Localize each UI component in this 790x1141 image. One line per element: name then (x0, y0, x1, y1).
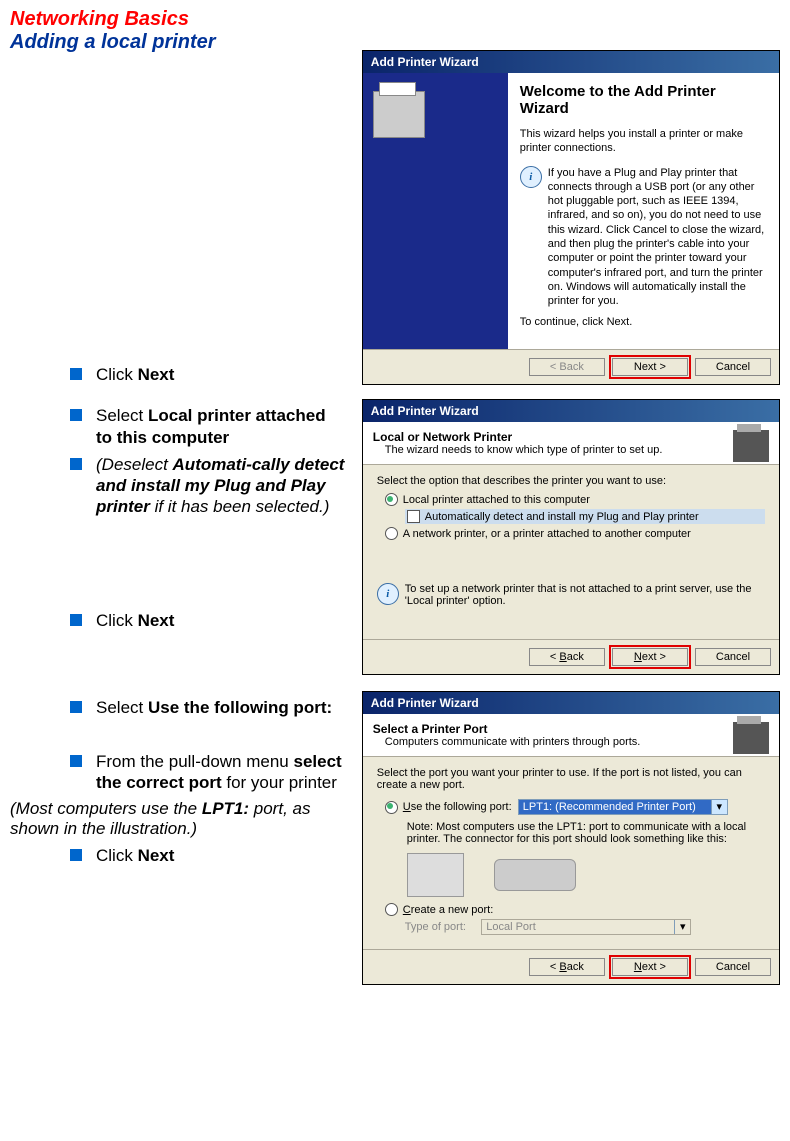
wizard-sidebar-graphic (363, 73, 508, 349)
step-select-local: Select Local printer attached to this co… (70, 405, 362, 448)
port-type-combobox: Local Port▾ (481, 919, 691, 935)
connector-illustration-icon (494, 859, 576, 891)
printer-icon (733, 430, 769, 462)
header-subtitle: Computers communicate with printers thro… (385, 736, 769, 748)
back-button[interactable]: < Back (529, 958, 605, 976)
type-of-port-label: Type of port: (405, 921, 466, 933)
radio-icon (385, 527, 398, 540)
next-button[interactable]: Next > (612, 358, 688, 376)
checkbox-label: Automatically detect and install my Plug… (425, 511, 699, 523)
welcome-title: Welcome to the Add Printer Wizard (520, 83, 767, 117)
radio-label: Local printer attached to this computer (403, 494, 590, 506)
checkbox-autodetect[interactable]: Automatically detect and install my Plug… (405, 509, 765, 524)
button-bar: < Back Next > Cancel (363, 639, 779, 674)
prompt-text: Select the option that describes the pri… (377, 475, 765, 487)
bullet-icon (70, 614, 82, 626)
header-title: Local or Network Printer (373, 430, 769, 444)
button-bar: < Back Next > Cancel (363, 349, 779, 384)
wizard-titlebar: Add Printer Wizard (363, 51, 779, 73)
bullet-icon (70, 701, 82, 713)
radio-label: Use the following port: (403, 801, 512, 813)
bullet-icon (70, 849, 82, 861)
info-text: If you have a Plug and Play printer that… (548, 166, 767, 309)
port-combobox[interactable]: LPT1: (Recommended Printer Port)▾ (518, 799, 728, 815)
prompt-text: Select the port you want your printer to… (377, 767, 765, 791)
note-lpt1: (Most computers use the LPT1: port, as s… (10, 799, 362, 839)
step-click-next-2: Click Next (70, 610, 362, 631)
bullet-icon (70, 368, 82, 380)
cancel-button[interactable]: Cancel (695, 958, 771, 976)
radio-icon (385, 493, 398, 506)
wizard-titlebar: Add Printer Wizard (363, 400, 779, 422)
radio-icon (385, 903, 398, 916)
cancel-button[interactable]: Cancel (695, 648, 771, 666)
step-pulldown-port: From the pull-down menu select the corre… (70, 751, 362, 794)
bullet-icon (70, 409, 82, 421)
radio-create-new-port[interactable]: Create a new port: (385, 903, 765, 916)
printer-icon (733, 722, 769, 754)
info-icon: i (520, 166, 542, 188)
port-note: Note: Most computers use the LPT1: port … (407, 821, 765, 845)
page-heading-1: Networking Basics (10, 8, 780, 31)
header-title: Select a Printer Port (373, 722, 769, 736)
bullet-icon (70, 458, 82, 470)
printer-illustration-icon (407, 853, 464, 897)
step-deselect-autodetect: (Deselect Automati-cally detect and inst… (70, 454, 362, 518)
port-illustration (407, 853, 765, 897)
printer-icon (373, 91, 425, 138)
cancel-button[interactable]: Cancel (695, 358, 771, 376)
info-text: To set up a network printer that is not … (405, 583, 765, 607)
radio-local-printer[interactable]: Local printer attached to this computer (385, 493, 765, 506)
welcome-intro: This wizard helps you install a printer … (520, 127, 767, 156)
radio-use-following-port[interactable]: Use the following port: LPT1: (Recommend… (385, 799, 765, 815)
radio-label: A network printer, or a printer attached… (403, 528, 691, 540)
wizard-1: Add Printer Wizard Welcome to the Add Pr… (362, 50, 780, 385)
back-button[interactable]: < Back (529, 648, 605, 666)
checkbox-icon (407, 510, 420, 523)
chevron-down-icon: ▾ (674, 920, 690, 934)
button-bar: < Back Next > Cancel (363, 949, 779, 984)
back-button: < Back (529, 358, 605, 376)
wizard-3: Add Printer Wizard Select a Printer Port… (362, 691, 780, 985)
chevron-down-icon: ▾ (711, 800, 727, 814)
wizard-2: Add Printer Wizard Local or Network Prin… (362, 399, 780, 675)
radio-label: Create a new port: (403, 904, 494, 916)
step-click-next-3: Click Next (70, 845, 362, 866)
info-icon: i (377, 583, 399, 605)
next-button[interactable]: Next > (612, 648, 688, 666)
next-button[interactable]: Next > (612, 958, 688, 976)
wizard-titlebar: Add Printer Wizard (363, 692, 779, 714)
header-subtitle: The wizard needs to know which type of p… (385, 444, 769, 456)
step-click-next-1: Click Next (70, 364, 362, 385)
radio-icon (385, 801, 398, 814)
continue-text: To continue, click Next. (520, 315, 767, 329)
radio-network-printer[interactable]: A network printer, or a printer attached… (385, 527, 765, 540)
bullet-icon (70, 755, 82, 767)
step-select-port: Select Use the following port: (70, 697, 362, 718)
